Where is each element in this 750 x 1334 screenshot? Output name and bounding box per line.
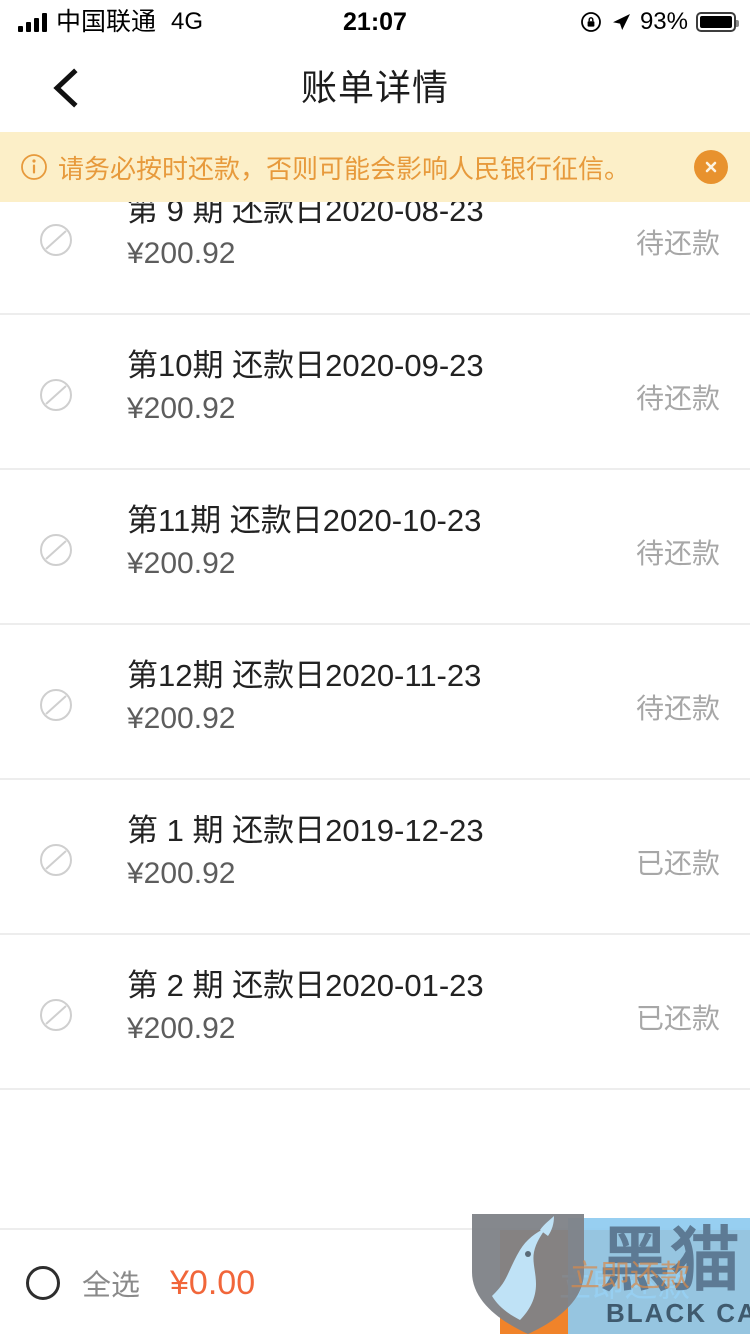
warning-banner-text: 请务必按时还款，否则可能会影响人民银行征信。 bbox=[58, 153, 631, 184]
disabled-checkbox-icon bbox=[38, 687, 74, 723]
status-badge: 已还款 bbox=[635, 1003, 720, 1034]
battery-icon bbox=[696, 12, 739, 32]
status-badge: 待还款 bbox=[635, 538, 720, 569]
close-icon bbox=[701, 157, 721, 177]
close-banner-button[interactable] bbox=[694, 150, 728, 184]
installment-list-inner: 第 8 期 还款日2020-07-23 ¥200.92 待还款 第 9 期 还款… bbox=[0, 132, 750, 1090]
row-main: 第11期 还款日2020-10-23 ¥200.92 bbox=[127, 500, 481, 584]
table-row[interactable]: 第11期 还款日2020-10-23 ¥200.92 待还款 bbox=[0, 470, 750, 625]
pay-now-button[interactable]: 立即还款 bbox=[500, 1230, 750, 1334]
nav-bar: 账单详情 bbox=[0, 44, 750, 132]
disabled-checkbox-icon bbox=[38, 222, 74, 258]
battery-percent-label: 93% bbox=[639, 8, 688, 35]
status-badge: 已还款 bbox=[635, 848, 720, 879]
row-main: 第 9 期 还款日2020-08-23 ¥200.92 bbox=[127, 190, 484, 274]
phone-screen: 中国联通 4G 21:07 93% 账单详情 第 9 期 还款日2020-08-… bbox=[0, 0, 750, 1334]
installment-title: 第 1 期 还款日2019-12-23 bbox=[127, 813, 484, 848]
disabled-checkbox-icon bbox=[38, 997, 74, 1033]
installment-amount: ¥200.92 bbox=[127, 546, 236, 580]
info-circle-icon bbox=[20, 153, 48, 181]
installment-list[interactable]: 第 8 期 还款日2020-07-23 ¥200.92 待还款 第 9 期 还款… bbox=[0, 132, 750, 1228]
installment-amount: ¥200.92 bbox=[127, 236, 236, 270]
installment-title: 第 2 期 还款日2020-01-23 bbox=[127, 968, 484, 1003]
status-badge: 待还款 bbox=[635, 693, 720, 724]
table-row[interactable]: 第 1 期 还款日2019-12-23 ¥200.92 已还款 bbox=[0, 780, 750, 935]
installment-amount: ¥200.92 bbox=[127, 856, 236, 890]
rotation-lock-icon bbox=[580, 11, 602, 33]
installment-amount: ¥200.92 bbox=[127, 1011, 236, 1045]
warning-banner: 请务必按时还款，否则可能会影响人民银行征信。 bbox=[0, 132, 750, 202]
disabled-checkbox-icon bbox=[38, 532, 74, 568]
status-bar-right: 93% bbox=[580, 8, 739, 35]
table-row[interactable]: 第12期 还款日2020-11-23 ¥200.92 待还款 bbox=[0, 625, 750, 780]
row-main: 第 1 期 还款日2019-12-23 ¥200.92 bbox=[127, 810, 484, 894]
select-all-label: 全选 bbox=[82, 1270, 141, 1302]
bottom-action-bar: 全选 ¥0.00 立即还款 bbox=[0, 1228, 750, 1334]
total-amount-label: ¥0.00 bbox=[170, 1263, 256, 1302]
status-bar: 中国联通 4G 21:07 93% bbox=[0, 0, 750, 44]
installment-title: 第11期 还款日2020-10-23 bbox=[127, 503, 482, 538]
disabled-checkbox-icon bbox=[38, 377, 74, 413]
select-all-checkbox[interactable] bbox=[26, 1266, 60, 1300]
table-row[interactable]: 第10期 还款日2020-09-23 ¥200.92 待还款 bbox=[0, 315, 750, 470]
installment-amount: ¥200.92 bbox=[127, 391, 236, 425]
row-main: 第10期 还款日2020-09-23 ¥200.92 bbox=[127, 345, 484, 429]
location-arrow-icon bbox=[610, 11, 632, 33]
status-badge: 待还款 bbox=[635, 228, 720, 259]
disabled-checkbox-icon bbox=[38, 842, 74, 878]
installment-title: 第12期 还款日2020-11-23 bbox=[127, 658, 482, 693]
row-main: 第12期 还款日2020-11-23 ¥200.92 bbox=[127, 655, 481, 739]
page-title: 账单详情 bbox=[300, 67, 449, 108]
table-row[interactable]: 第 2 期 还款日2020-01-23 ¥200.92 已还款 bbox=[0, 935, 750, 1090]
row-main: 第 2 期 还款日2020-01-23 ¥200.92 bbox=[127, 965, 484, 1049]
status-badge: 待还款 bbox=[635, 383, 720, 414]
installment-title: 第10期 还款日2020-09-23 bbox=[127, 348, 484, 383]
installment-amount: ¥200.92 bbox=[127, 701, 236, 735]
